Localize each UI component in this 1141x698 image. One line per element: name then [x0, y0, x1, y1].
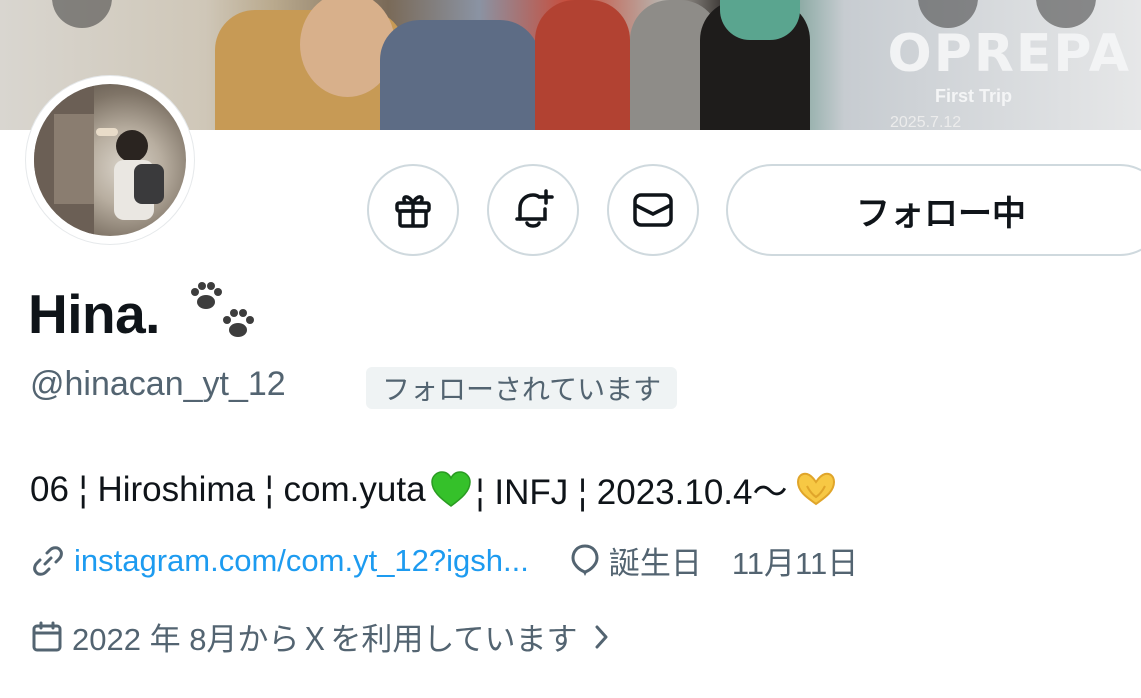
green-heart-icon	[430, 470, 471, 507]
birthday-label: 誕生日	[608, 546, 702, 581]
avatar-image	[34, 84, 186, 236]
display-name: Hina.	[28, 283, 160, 345]
bio-text-1: 06 ¦ Hiroshima ¦ com.yuta	[30, 469, 426, 509]
profile-meta-row: instagram.com/com.yt_12?igsh... 誕生日 11月1…	[30, 538, 858, 583]
follows-you-badge: フォローされています	[366, 367, 678, 409]
calendar-icon	[32, 621, 62, 651]
banner-logo-text: OPREPA	[887, 24, 1131, 84]
bio-text-2: ¦ INFJ ¦ 2023.10.4～	[475, 473, 788, 512]
notification-bell-plus-icon	[515, 189, 554, 228]
chevron-right-icon	[595, 625, 607, 648]
gift-icon	[395, 195, 431, 228]
following-button[interactable]: フォロー中	[726, 164, 1141, 256]
message-envelope-icon	[633, 193, 673, 227]
following-button-label: フォロー中	[856, 194, 1026, 233]
banner-subtitle: First Trip	[935, 86, 1013, 106]
profile-website-link[interactable]: instagram.com/com.yt_12?igsh...	[74, 543, 529, 579]
link-icon	[33, 545, 63, 576]
profile-bio: 06 ¦ Hiroshima ¦ com.yuta ¦ INFJ ¦ 2023.…	[30, 464, 844, 515]
balloon-icon	[571, 543, 599, 576]
joined-date-row[interactable]: 2022 年 8月からＸを利用しています	[30, 614, 610, 659]
joined-date-text: 2022 年 8月からＸを利用しています	[72, 622, 578, 657]
profile-avatar[interactable]	[26, 76, 194, 244]
follows-you-label: フォローされています	[382, 374, 662, 405]
birthday-value: 11月11日	[731, 546, 859, 581]
notification-button[interactable]	[487, 164, 579, 256]
heart-hands-icon	[796, 472, 835, 505]
profile-handle: @hinacan_yt_12	[30, 365, 286, 403]
avatar-photo-icon	[34, 84, 164, 236]
paw-prints-icon	[191, 282, 254, 337]
gift-button[interactable]	[367, 164, 459, 256]
message-button[interactable]	[607, 164, 699, 256]
banner-date: 2025.7.12	[890, 114, 962, 130]
